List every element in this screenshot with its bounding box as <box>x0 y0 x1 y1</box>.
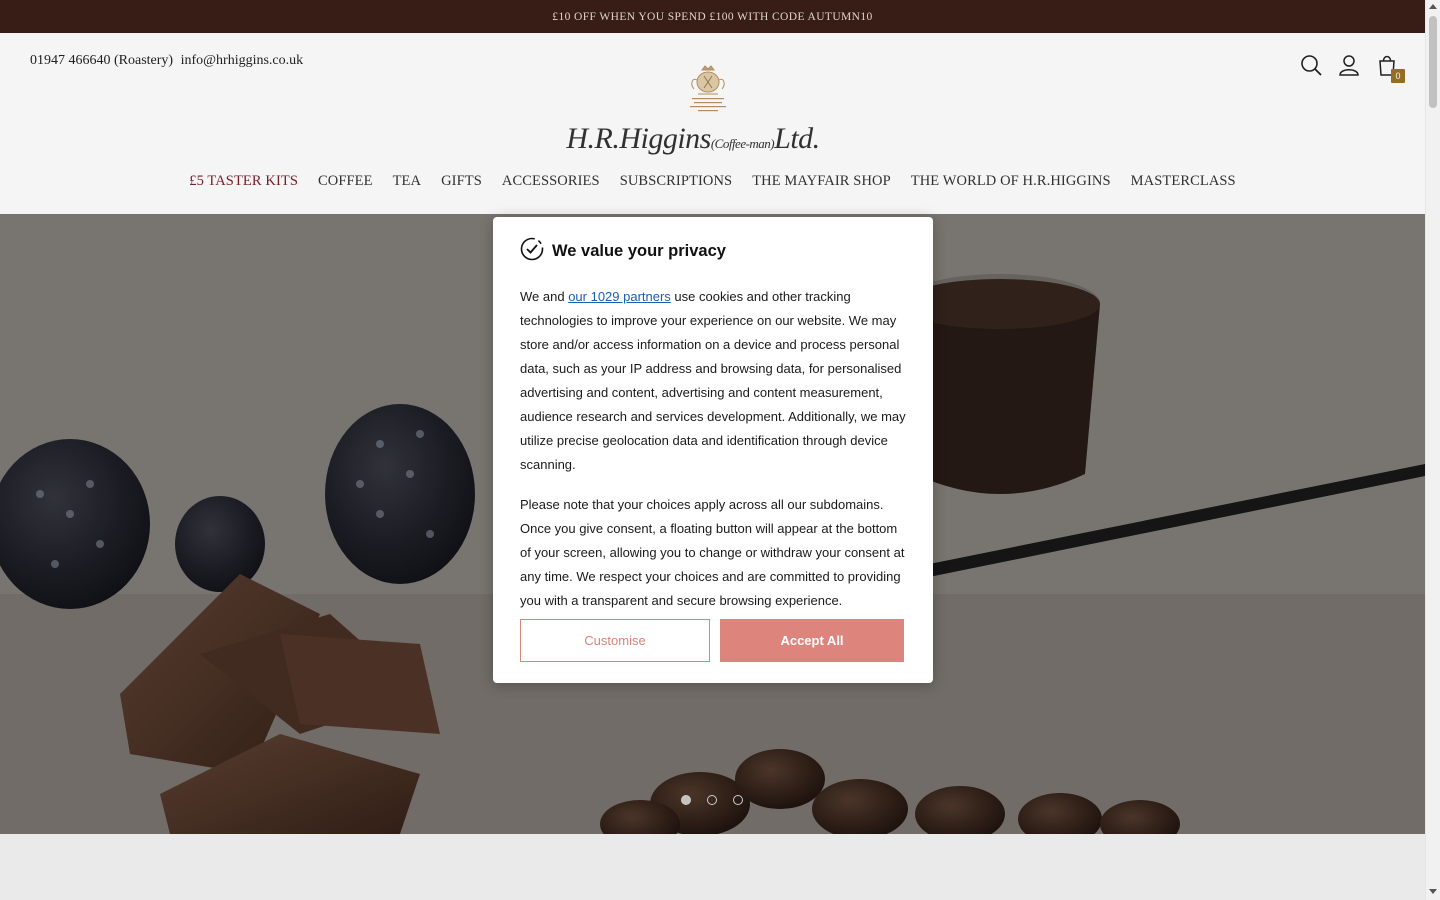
consent-p1-start: We and <box>520 289 569 304</box>
customise-button[interactable]: Customise <box>520 619 710 662</box>
scroll-down-arrow-icon[interactable] <box>1429 889 1437 894</box>
modal-body: We and our 1029 partners use cookies and… <box>520 285 906 613</box>
modal-header: We value your privacy <box>520 237 906 266</box>
cookie-consent-icon <box>520 237 544 266</box>
accept-all-button[interactable]: Accept All <box>720 619 904 662</box>
consent-p1-end: use cookies and other tracking technolog… <box>520 289 906 472</box>
cookie-consent-modal: We value your privacy We and our 1029 pa… <box>493 217 933 683</box>
page-scrollbar[interactable] <box>1425 0 1440 900</box>
scrollbar-thumb[interactable] <box>1429 16 1437 108</box>
scroll-up-arrow-icon[interactable] <box>1429 4 1437 9</box>
partners-link[interactable]: our 1029 partners <box>568 289 671 304</box>
modal-actions: Customise Accept All <box>520 619 904 662</box>
consent-paragraph-2: Please note that your choices apply acro… <box>520 497 905 608</box>
modal-title: We value your privacy <box>552 241 726 260</box>
consent-paragraph-1: We and our 1029 partners use cookies and… <box>520 285 906 477</box>
